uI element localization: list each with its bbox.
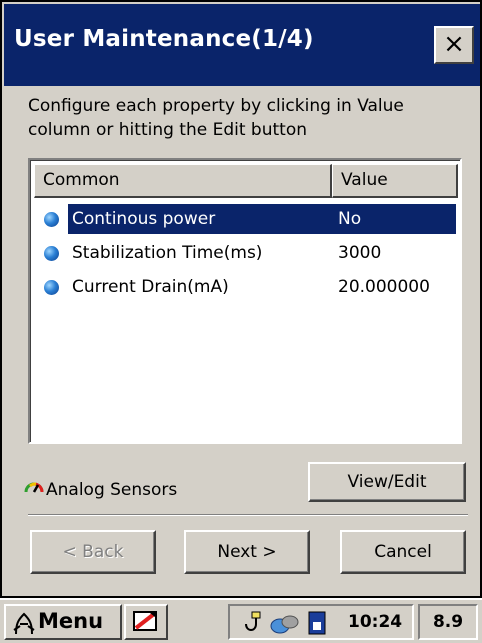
close-button[interactable]: ×	[434, 26, 474, 64]
list-row[interactable]: Continous power No	[36, 204, 456, 234]
storage-card-icon[interactable]	[306, 610, 328, 636]
system-tray: 10:24	[228, 604, 414, 640]
start-menu-icon	[13, 612, 35, 635]
divider	[28, 514, 468, 516]
version-indicator: 8.9	[418, 604, 478, 640]
dialog-window: User Maintenance(1/4) × Configure each p…	[0, 0, 482, 598]
row-value[interactable]: 3000	[338, 238, 381, 268]
row-value[interactable]: No	[338, 204, 361, 234]
menu-label: Menu	[38, 609, 104, 633]
back-button[interactable]: < Back	[30, 530, 156, 574]
blue-bullet-icon	[44, 212, 59, 227]
property-list[interactable]: Common Value Continous power No Stabiliz…	[28, 158, 462, 444]
section-label: Analog Sensors	[46, 480, 178, 500]
usb-connection-icon[interactable]	[240, 610, 266, 636]
list-row[interactable]: Stabilization Time(ms) 3000	[36, 238, 456, 268]
blue-bullet-icon	[44, 246, 59, 261]
input-panel-icon	[133, 611, 157, 631]
clock[interactable]: 10:24	[348, 606, 402, 638]
analog-gauge-icon	[24, 482, 44, 493]
row-name: Continous power	[68, 204, 220, 234]
column-header-common[interactable]: Common	[34, 164, 332, 198]
title-bar: User Maintenance(1/4) ×	[4, 4, 480, 86]
row-name: Stabilization Time(ms)	[72, 243, 263, 263]
taskbar: Menu 10:24 8.9	[0, 598, 482, 643]
list-row[interactable]: Current Drain(mA) 20.000000	[36, 272, 456, 302]
input-panel-button[interactable]	[124, 604, 168, 640]
cancel-button[interactable]: Cancel	[340, 530, 466, 574]
row-name: Current Drain(mA)	[72, 277, 229, 297]
start-menu-button[interactable]: Menu	[4, 604, 122, 640]
list-header: Common Value	[34, 164, 458, 198]
instructions-text: Configure each property by clicking in V…	[28, 96, 404, 140]
view-edit-button[interactable]: View/Edit	[308, 462, 466, 502]
row-value[interactable]: 20.000000	[338, 272, 430, 302]
next-button[interactable]: Next >	[184, 530, 310, 574]
blue-bullet-icon	[44, 280, 59, 295]
network-icon[interactable]	[270, 610, 300, 636]
window-title: User Maintenance(1/4)	[14, 26, 314, 52]
column-header-value[interactable]: Value	[332, 164, 458, 198]
